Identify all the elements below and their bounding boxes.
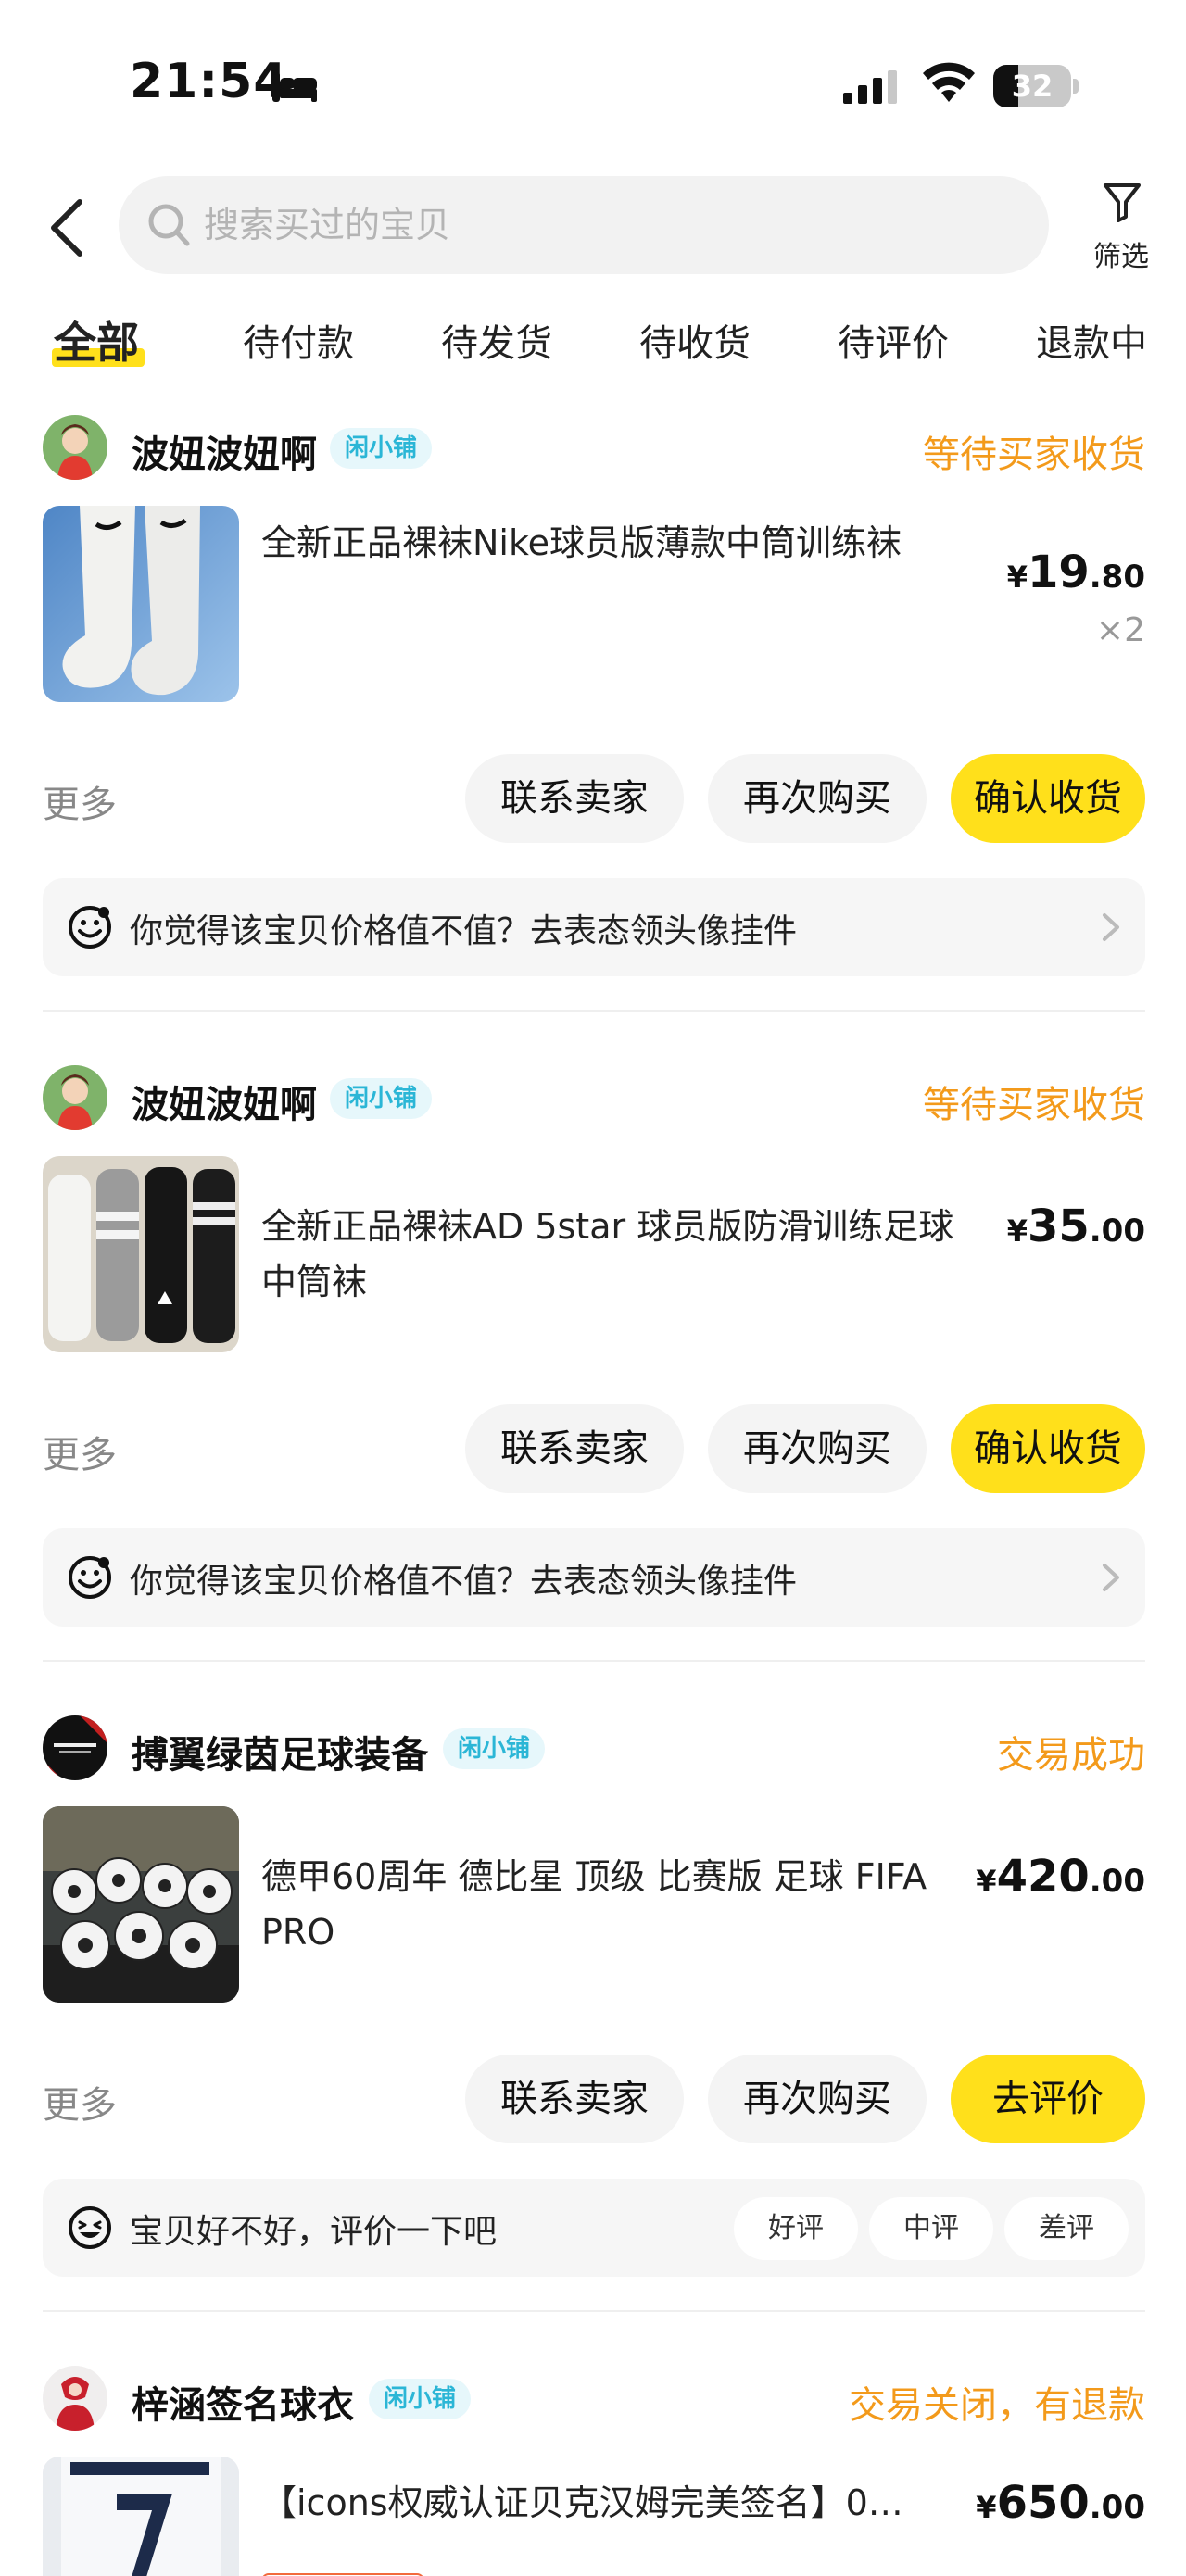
shop-avatar[interactable] <box>43 1715 107 1780</box>
smile-face-icon <box>69 1556 111 1599</box>
more-link[interactable]: 更多 <box>43 774 117 828</box>
product-price: ¥35.00 <box>1006 1200 1145 1252</box>
product-thumbnail[interactable] <box>43 2457 239 2576</box>
confirm-receipt-button[interactable]: 确认收货 <box>951 754 1145 843</box>
status-bar: 21:54 32 <box>0 0 1186 167</box>
product-quantity: ×2 <box>1095 611 1145 649</box>
product-row[interactable]: 德甲60周年 德比星 顶级 比赛版 足球 FIFA PRO ¥420.00 <box>43 1806 1145 2003</box>
contact-seller-button[interactable]: 联系卖家 <box>465 754 684 843</box>
shop-badge: 闲小铺 <box>443 1728 546 1769</box>
product-title[interactable]: 德甲60周年 德比星 顶级 比赛版 足球 FIFA PRO <box>261 1849 965 1960</box>
order-status: 等待买家收货 <box>923 1084 1145 1126</box>
grin-face-icon <box>69 2206 111 2249</box>
product-thumbnail[interactable] <box>43 1156 239 1352</box>
battery-percent: 32 <box>1011 69 1054 104</box>
order-actions: 更多 联系卖家 再次购买 确认收货 <box>43 754 1145 843</box>
tab-pending-review[interactable]: 待评价 <box>838 313 949 367</box>
chevron-right-icon <box>1103 1564 1119 1591</box>
filter-button[interactable]: 筛选 <box>1075 178 1167 280</box>
status-time: 21:54 <box>130 54 288 109</box>
product-thumbnail[interactable] <box>43 506 239 702</box>
product-row[interactable]: 全新正品裸袜AD 5star 球员版防滑训练足球中筒袜 ¥35.00 <box>43 1156 1145 1352</box>
search-bar[interactable] <box>119 176 1049 274</box>
battery-indicator: 32 <box>993 65 1079 107</box>
write-review-button[interactable]: 去评价 <box>951 2055 1145 2143</box>
order-divider <box>43 1660 1145 1662</box>
feedback-text: 你觉得该宝贝价格值不值？去表态领头像挂件 <box>130 1563 798 1601</box>
chevron-right-icon <box>1103 913 1119 941</box>
filter-icon <box>1104 183 1141 222</box>
order-card: 梓涵签名球衣 闲小铺 交易关闭，有退款 【icons权威认证贝克汉姆完美签名】0… <box>0 2366 1186 2576</box>
wifi-icon <box>923 62 975 102</box>
shop-name[interactable]: 搏翼绿茵足球装备 <box>132 1725 428 1778</box>
contact-seller-button[interactable]: 联系卖家 <box>465 1404 684 1493</box>
order-tabs: 全部 待付款 待发货 待收货 待评价 退款中 <box>0 304 1186 378</box>
product-price: ¥420.00 <box>976 1851 1145 1903</box>
order-card: 搏翼绿茵足球装备 闲小铺 交易成功 德甲60周年 德比星 顶级 比赛版 足球 F… <box>0 1715 1186 2312</box>
product-price: ¥650.00 <box>976 2477 1145 2529</box>
order-actions: 更多 联系卖家 再次购买 去评价 <box>43 2055 1145 2143</box>
shop-header[interactable]: 搏翼绿茵足球装备 闲小铺 交易成功 <box>43 1715 1145 1782</box>
tab-refunding[interactable]: 退款中 <box>1036 313 1147 367</box>
tab-pending-shipment[interactable]: 待发货 <box>441 313 552 367</box>
contact-seller-button[interactable]: 联系卖家 <box>465 2055 684 2143</box>
order-divider <box>43 1010 1145 1012</box>
shop-badge: 闲小铺 <box>369 2379 472 2419</box>
review-prompt-banner: 宝贝好不好，评价一下吧 好评 中评 差评 <box>43 2179 1145 2277</box>
more-link[interactable]: 更多 <box>43 2075 117 2129</box>
tab-pending-receipt[interactable]: 待收货 <box>639 313 751 367</box>
shop-avatar[interactable] <box>43 2366 107 2431</box>
shop-name[interactable]: 梓涵签名球衣 <box>132 2375 354 2429</box>
rating-neutral-button[interactable]: 中评 <box>869 2197 993 2260</box>
product-title[interactable]: 全新正品裸袜AD 5star 球员版防滑训练足球中筒袜 <box>261 1199 965 1310</box>
order-status: 等待买家收货 <box>923 434 1145 476</box>
smile-face-icon <box>69 906 111 949</box>
rating-negative-button[interactable]: 差评 <box>1004 2197 1129 2260</box>
more-link[interactable]: 更多 <box>43 1425 117 1478</box>
order-status: 交易关闭，有退款 <box>849 2384 1145 2427</box>
confirm-receipt-button[interactable]: 确认收货 <box>951 1404 1145 1493</box>
shop-badge: 闲小铺 <box>330 1078 433 1119</box>
shop-avatar[interactable] <box>43 415 107 480</box>
price-feedback-banner[interactable]: 你觉得该宝贝价格值不值？去表态领头像挂件 <box>43 1528 1145 1627</box>
buy-again-button[interactable]: 再次购买 <box>708 754 927 843</box>
shop-header[interactable]: 梓涵签名球衣 闲小铺 交易关闭，有退款 <box>43 2366 1145 2432</box>
tab-all[interactable]: 全部 <box>54 309 139 371</box>
product-title[interactable]: 全新正品裸袜Nike球员版薄款中筒训练袜 <box>261 515 965 571</box>
order-card: 波妞波妞啊 闲小铺 等待买家收货 全新正品裸袜Nike球员版薄款中筒训练袜 ¥1… <box>0 415 1186 1012</box>
review-prompt-text: 宝贝好不好，评价一下吧 <box>130 2213 498 2251</box>
filter-label: 筛选 <box>1093 241 1149 273</box>
feedback-text: 你觉得该宝贝价格值不值？去表态领头像挂件 <box>130 912 798 950</box>
product-row[interactable]: 【icons权威认证贝克汉姆完美签名】0… ¥650.00 <box>43 2457 1145 2576</box>
shop-avatar[interactable] <box>43 1065 107 1130</box>
order-actions: 更多 联系卖家 再次购买 确认收货 <box>43 1404 1145 1493</box>
order-status: 交易成功 <box>997 1734 1145 1777</box>
cellular-signal-icon <box>843 70 897 104</box>
product-title[interactable]: 【icons权威认证贝克汉姆完美签名】0… <box>261 2475 965 2531</box>
order-divider <box>43 2310 1145 2312</box>
shop-name[interactable]: 波妞波妞啊 <box>132 1074 317 1128</box>
buy-again-button[interactable]: 再次购买 <box>708 2055 927 2143</box>
order-card: 波妞波妞啊 闲小铺 等待买家收货 全新正品裸袜AD 5star 球员版防滑训练足… <box>0 1065 1186 1662</box>
product-price: ¥19.80 <box>1006 547 1145 598</box>
shop-badge: 闲小铺 <box>330 428 433 469</box>
product-row[interactable]: 全新正品裸袜Nike球员版薄款中筒训练袜 ¥19.80 ×2 <box>43 506 1145 702</box>
rating-positive-button[interactable]: 好评 <box>734 2197 858 2260</box>
shop-name[interactable]: 波妞波妞啊 <box>132 424 317 478</box>
back-icon[interactable] <box>46 198 87 258</box>
shop-header[interactable]: 波妞波妞啊 闲小铺 等待买家收货 <box>43 415 1145 482</box>
tab-pending-payment[interactable]: 待付款 <box>243 313 354 367</box>
search-icon <box>148 204 190 246</box>
shop-header[interactable]: 波妞波妞啊 闲小铺 等待买家收货 <box>43 1065 1145 1132</box>
search-input[interactable] <box>204 176 1019 274</box>
sleep-mode-icon <box>272 72 317 102</box>
price-feedback-banner[interactable]: 你觉得该宝贝价格值不值？去表态领头像挂件 <box>43 878 1145 976</box>
buy-again-button[interactable]: 再次购买 <box>708 1404 927 1493</box>
product-thumbnail[interactable] <box>43 1806 239 2003</box>
